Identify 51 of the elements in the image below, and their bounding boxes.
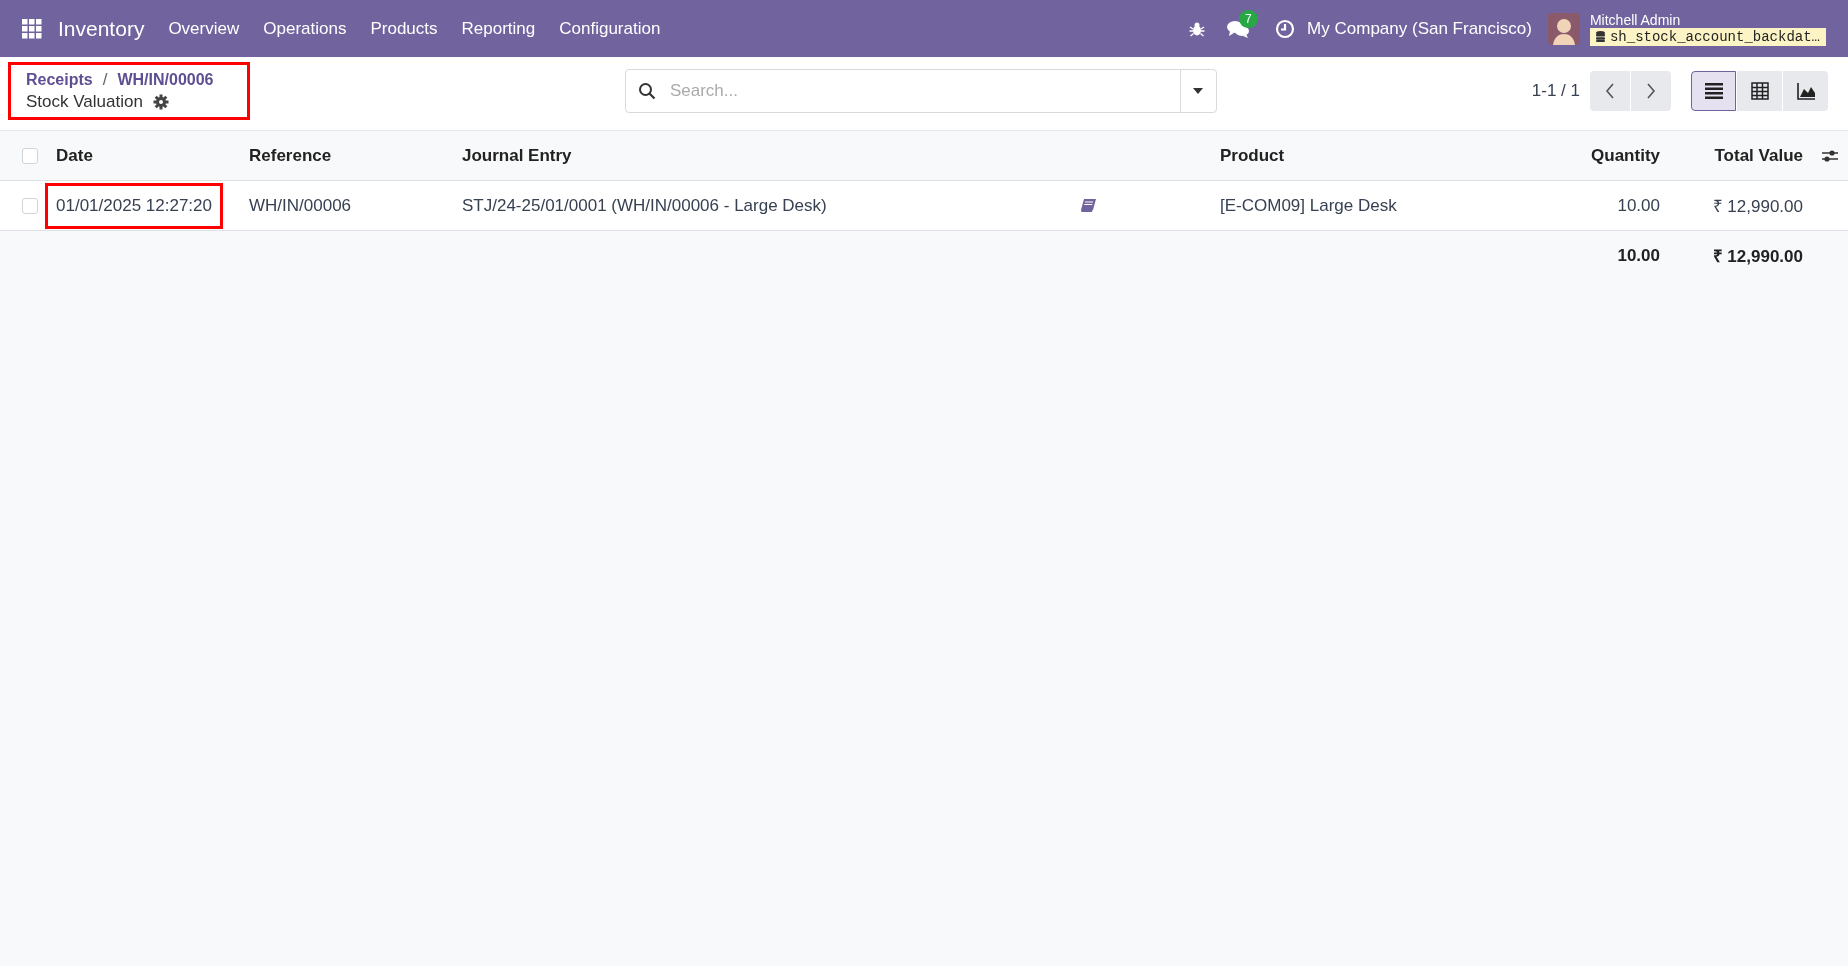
column-header[interactable]: Reference <box>249 145 332 166</box>
chevron-left-icon <box>1605 82 1615 99</box>
table-cell: STJ/24-25/01/0001 (WH/IN/00006 - Large Desk) <box>462 195 827 216</box>
row-checkbox[interactable] <box>22 197 38 214</box>
menu-item[interactable]: Operations <box>263 18 347 39</box>
menu-item[interactable]: Reporting <box>461 18 536 39</box>
gear-icon[interactable] <box>152 93 169 110</box>
search-field[interactable]: Search... <box>667 79 1180 102</box>
table-cell: 10.00 <box>1617 195 1660 216</box>
graph-view-button[interactable] <box>1783 70 1828 111</box>
column-header[interactable]: Date <box>56 145 93 166</box>
app-name[interactable]: Inventory <box>58 16 145 41</box>
list-view-button[interactable] <box>1691 70 1736 111</box>
column-header[interactable]: Total Value <box>1714 145 1803 166</box>
chevron-right-icon <box>1646 82 1656 99</box>
total-cell: 10.00 <box>1617 245 1660 266</box>
breadcrumb-separator: / <box>102 68 108 91</box>
breadcrumb-link[interactable]: Receipts <box>26 68 93 91</box>
message-count-badge: 7 <box>1239 9 1258 28</box>
database-icon <box>1595 31 1605 42</box>
table-cell: WH/IN/00006 <box>249 195 352 216</box>
bug-icon[interactable] <box>1189 20 1206 37</box>
column-header[interactable]: Quantity <box>1591 145 1660 166</box>
menu-item[interactable]: Overview <box>168 18 240 39</box>
avatar-icon[interactable] <box>1547 12 1580 45</box>
sliders-icon[interactable] <box>1821 148 1838 163</box>
column-header[interactable]: Journal Entry <box>462 145 572 166</box>
menu-item[interactable]: Products <box>370 18 438 39</box>
caret-icon <box>1193 87 1204 94</box>
menu-item[interactable]: Configuration <box>559 18 661 39</box>
search-bar[interactable]: Search... <box>624 68 1217 113</box>
search-icon <box>637 81 656 100</box>
table-grid-icon <box>1750 81 1769 100</box>
table-cell: 01/01/2025 12:27:20 <box>48 185 220 226</box>
table-cell: [E-COM09] Large Desk <box>1220 195 1397 216</box>
user-name[interactable]: Mitchell Admin <box>1589 11 1826 28</box>
area-chart-icon <box>1796 81 1815 100</box>
page-title: Stock Valuation <box>26 90 143 113</box>
total-cell-text: ₹ 12,990.00 <box>1712 246 1803 267</box>
pager-value[interactable]: 1-1 / 1 <box>1531 80 1580 101</box>
database-name: sh_stock_account_backdat… <box>1609 28 1820 45</box>
list-icon <box>1704 81 1723 100</box>
apps-grid-icon[interactable] <box>22 18 42 39</box>
column-header[interactable]: Product <box>1220 145 1285 166</box>
clock-icon[interactable] <box>1275 18 1296 39</box>
table-cell-text: ₹ 12,990.00 <box>1712 196 1803 217</box>
company-switcher[interactable]: My Company (San Francisco) <box>1307 18 1532 39</box>
breadcrumb-link[interactable]: WH/IN/00006 <box>117 68 214 91</box>
pivot-view-button[interactable] <box>1737 70 1782 111</box>
select-all-checkbox[interactable] <box>22 147 38 164</box>
book-icon[interactable] <box>1081 199 1096 212</box>
